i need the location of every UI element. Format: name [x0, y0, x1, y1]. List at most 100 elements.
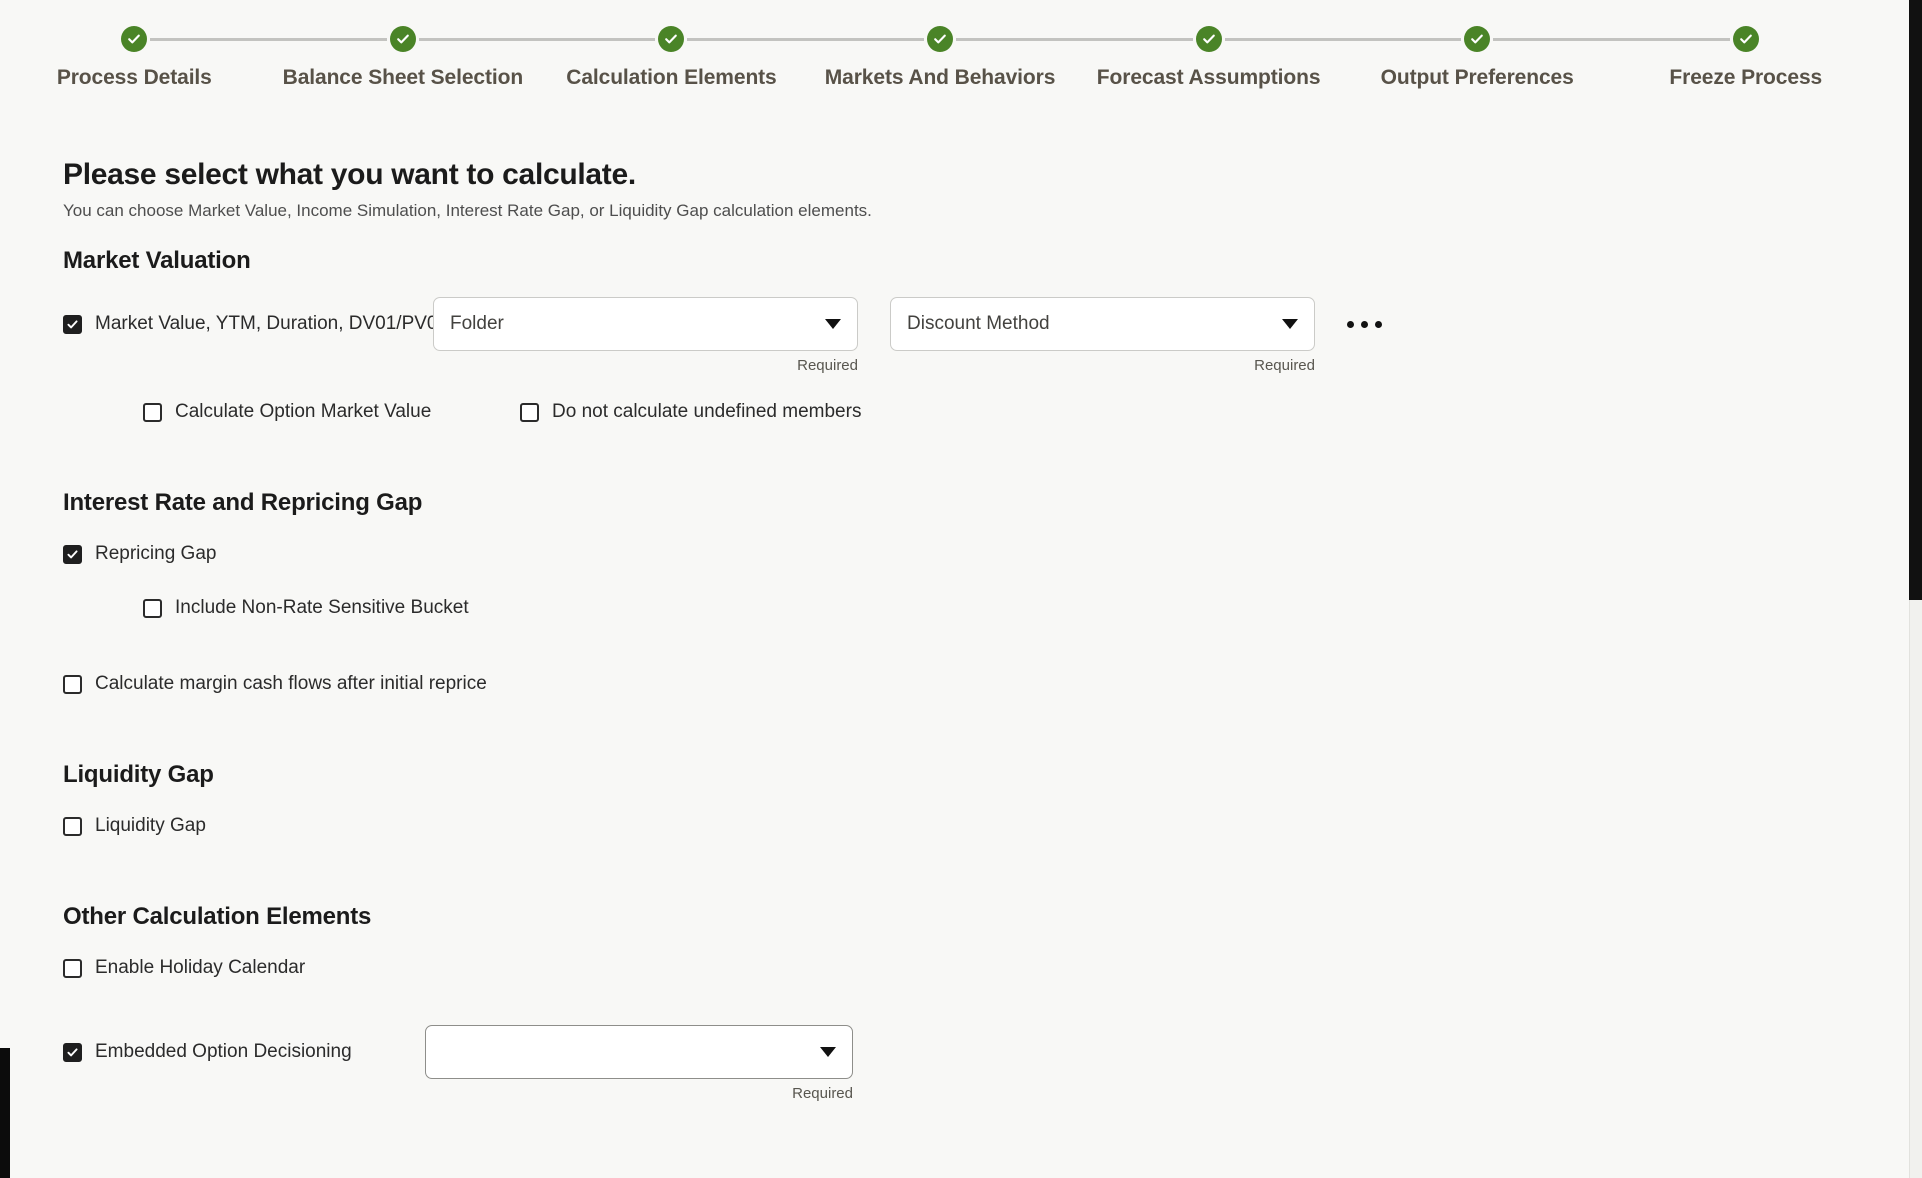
stepper-node	[1343, 26, 1612, 52]
folder-select-value: Folder	[450, 313, 815, 335]
checkbox-indicator	[143, 403, 162, 422]
stepper-node	[537, 26, 806, 52]
section-heading-interest-rate: Interest Rate and Repricing Gap	[63, 489, 1880, 517]
check-circle-icon	[1733, 26, 1759, 52]
page-subtitle: You can choose Market Value, Income Simu…	[63, 201, 1880, 221]
checkbox-indicator	[63, 545, 82, 564]
overflow-menu-icon[interactable]	[1347, 297, 1382, 351]
stepper-label: Process Details	[57, 66, 212, 90]
holiday-calendar-row: Enable Holiday Calendar	[63, 957, 1880, 979]
stepper-connector-right	[419, 38, 537, 41]
dot	[1347, 321, 1354, 328]
stepper-connector-left	[269, 38, 387, 41]
folder-select[interactable]: Folder	[433, 297, 858, 351]
stepper-step-process-details[interactable]: Process Details	[0, 26, 269, 90]
stepper-step-calculation-elements[interactable]: Calculation Elements	[537, 26, 806, 90]
market-value-row: Market Value, YTM, Duration, DV01/PV01 F…	[63, 297, 1880, 374]
dot	[1361, 321, 1368, 328]
dot	[1375, 321, 1382, 328]
checkbox-embedded-option-decisioning[interactable]: Embedded Option Decisioning	[63, 1025, 425, 1079]
checkbox-label: Calculate margin cash flows after initia…	[95, 673, 487, 695]
stepper-node	[0, 26, 269, 52]
stepper-connector-left	[1611, 38, 1729, 41]
process-stepper: Process Details Balance Sheet Selection …	[0, 0, 1880, 104]
stepper-label: Balance Sheet Selection	[283, 66, 523, 90]
stepper-step-markets-and-behaviors[interactable]: Markets And Behaviors	[806, 26, 1075, 90]
non-rate-bucket-row: Include Non-Rate Sensitive Bucket	[143, 597, 1880, 619]
repricing-gap-row: Repricing Gap	[63, 543, 1880, 565]
stepper-step-forecast-assumptions[interactable]: Forecast Assumptions	[1074, 26, 1343, 90]
discount-method-select-field: Discount Method Required	[890, 297, 1315, 374]
stepper-label: Markets And Behaviors	[825, 66, 1056, 90]
stepper-connector-left	[1343, 38, 1461, 41]
checkbox-indicator	[63, 817, 82, 836]
checkbox-label: Enable Holiday Calendar	[95, 957, 305, 979]
stepper-connector-left	[1074, 38, 1192, 41]
checkbox-market-value[interactable]: Market Value, YTM, Duration, DV01/PV01	[63, 297, 433, 351]
checkbox-repricing-gap[interactable]: Repricing Gap	[63, 543, 216, 565]
stepper-connector-right	[956, 38, 1074, 41]
checkbox-indicator	[63, 675, 82, 694]
chevron-down-icon	[820, 1047, 836, 1057]
margin-cash-flows-row: Calculate margin cash flows after initia…	[63, 673, 1880, 695]
checkbox-indicator	[63, 315, 82, 334]
stepper-node	[269, 26, 538, 52]
stepper-step-balance-sheet-selection[interactable]: Balance Sheet Selection	[269, 26, 538, 90]
stepper-label: Freeze Process	[1669, 66, 1822, 90]
checkbox-label: Repricing Gap	[95, 543, 216, 565]
checkbox-label: Liquidity Gap	[95, 815, 206, 837]
stepper-node	[1611, 26, 1880, 52]
checkbox-label: Include Non-Rate Sensitive Bucket	[175, 597, 469, 619]
stepper-connector-left	[806, 38, 924, 41]
embedded-option-select[interactable]	[425, 1025, 853, 1079]
stepper-connector-right	[687, 38, 805, 41]
stepper-connector-right	[1225, 38, 1343, 41]
folder-select-helper: Required	[433, 357, 858, 374]
main-content: Please select what you want to calculate…	[0, 104, 1880, 1102]
checkbox-label: Calculate Option Market Value	[175, 401, 431, 423]
checkbox-indicator	[63, 959, 82, 978]
discount-method-select[interactable]: Discount Method	[890, 297, 1315, 351]
check-circle-icon	[1464, 26, 1490, 52]
stepper-connector-right	[150, 38, 268, 41]
section-heading-liquidity-gap: Liquidity Gap	[63, 761, 1880, 789]
checkbox-label: Do not calculate undefined members	[552, 401, 861, 423]
stepper-node	[1074, 26, 1343, 52]
page-title: Please select what you want to calculate…	[63, 158, 1880, 192]
chevron-down-icon	[825, 319, 841, 329]
liquidity-gap-row: Liquidity Gap	[63, 815, 1880, 837]
vertical-scrollbar-track[interactable]	[1909, 0, 1922, 1178]
checkbox-label: Embedded Option Decisioning	[95, 1041, 352, 1063]
checkbox-indicator	[63, 1043, 82, 1062]
stepper-label: Forecast Assumptions	[1097, 66, 1321, 90]
checkbox-label: Market Value, YTM, Duration, DV01/PV01	[95, 313, 448, 335]
chevron-down-icon	[1282, 319, 1298, 329]
stepper-step-freeze-process[interactable]: Freeze Process	[1611, 26, 1880, 90]
stepper-node	[806, 26, 1075, 52]
stepper-step-output-preferences[interactable]: Output Preferences	[1343, 26, 1612, 90]
market-value-suboptions-row: Calculate Option Market Value Do not cal…	[143, 401, 1880, 423]
calculation-elements-page: Process Details Balance Sheet Selection …	[0, 0, 1922, 1178]
left-edge-indicator	[0, 1048, 10, 1178]
checkbox-calculate-option-market-value[interactable]: Calculate Option Market Value	[143, 401, 520, 423]
section-heading-market-valuation: Market Valuation	[63, 247, 1880, 275]
check-circle-icon	[1196, 26, 1222, 52]
checkbox-liquidity-gap[interactable]: Liquidity Gap	[63, 815, 206, 837]
stepper-connector-right	[1493, 38, 1611, 41]
discount-method-select-value: Discount Method	[907, 313, 1272, 335]
embedded-option-select-helper: Required	[425, 1085, 853, 1102]
check-circle-icon	[658, 26, 684, 52]
checkbox-calculate-margin-cash-flows[interactable]: Calculate margin cash flows after initia…	[63, 673, 487, 695]
checkbox-include-non-rate-sensitive-bucket[interactable]: Include Non-Rate Sensitive Bucket	[143, 597, 469, 619]
checkbox-do-not-calculate-undefined-members[interactable]: Do not calculate undefined members	[520, 401, 861, 423]
stepper-label: Output Preferences	[1381, 66, 1574, 90]
folder-select-field: Folder Required	[433, 297, 858, 374]
embedded-option-row: Embedded Option Decisioning Required	[63, 1025, 1880, 1102]
checkbox-indicator	[143, 599, 162, 618]
stepper-connector-left	[537, 38, 655, 41]
check-circle-icon	[390, 26, 416, 52]
vertical-scrollbar-thumb[interactable]	[1909, 0, 1922, 600]
checkbox-indicator	[520, 403, 539, 422]
stepper-label: Calculation Elements	[566, 66, 776, 90]
checkbox-enable-holiday-calendar[interactable]: Enable Holiday Calendar	[63, 957, 305, 979]
